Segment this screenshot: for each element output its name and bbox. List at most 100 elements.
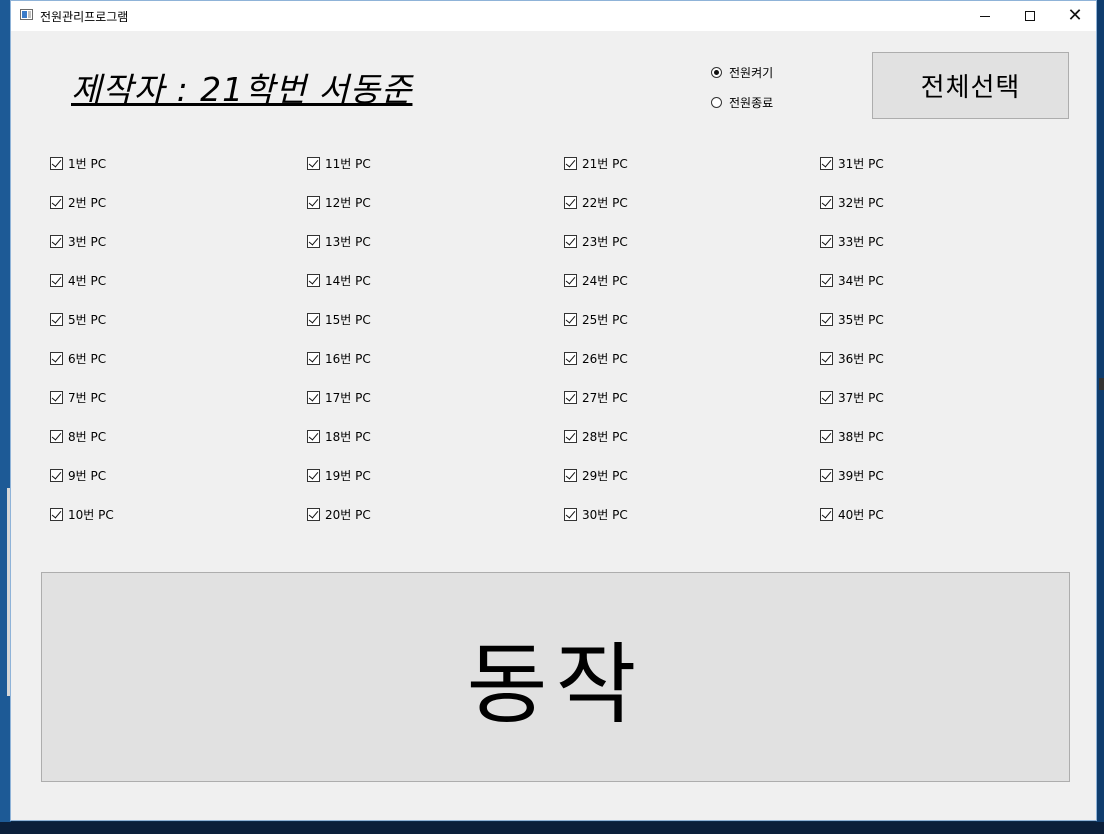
- pc-checkbox[interactable]: 20번 PC: [307, 506, 371, 523]
- pc-checkbox[interactable]: 39번 PC: [820, 467, 884, 484]
- pc-checkbox[interactable]: 2번 PC: [50, 194, 106, 211]
- pc-checkbox[interactable]: 26번 PC: [564, 350, 628, 367]
- checkbox-check-icon[interactable]: [820, 196, 833, 209]
- pc-checkbox[interactable]: 8번 PC: [50, 428, 106, 445]
- pc-checkbox-label: 19번 PC: [325, 469, 371, 483]
- pc-checkbox[interactable]: 24번 PC: [564, 272, 628, 289]
- close-button[interactable]: ✕: [1052, 1, 1098, 31]
- pc-checkbox[interactable]: 21번 PC: [564, 155, 628, 172]
- checkbox-check-icon[interactable]: [307, 391, 320, 404]
- checkbox-check-icon[interactable]: [50, 313, 63, 326]
- pc-checkbox[interactable]: 40번 PC: [820, 506, 884, 523]
- pc-checkbox[interactable]: 7번 PC: [50, 389, 106, 406]
- checkbox-check-icon[interactable]: [820, 313, 833, 326]
- checkbox-check-icon[interactable]: [50, 430, 63, 443]
- pc-checkbox[interactable]: 38번 PC: [820, 428, 884, 445]
- pc-checkbox[interactable]: 9번 PC: [50, 467, 106, 484]
- power-off-label: 전원종료: [729, 96, 774, 110]
- pc-checkbox[interactable]: 29번 PC: [564, 467, 628, 484]
- execute-button[interactable]: 동작: [41, 572, 1070, 782]
- checkbox-check-icon[interactable]: [307, 313, 320, 326]
- title-bar[interactable]: 전원관리프로그램 ✕: [11, 1, 1096, 31]
- pc-checkbox[interactable]: 5번 PC: [50, 311, 106, 328]
- checkbox-check-icon[interactable]: [50, 274, 63, 287]
- pc-checkbox-label: 32번 PC: [838, 196, 884, 210]
- pc-checkbox[interactable]: 23번 PC: [564, 233, 628, 250]
- checkbox-check-icon[interactable]: [307, 430, 320, 443]
- checkbox-check-icon[interactable]: [820, 235, 833, 248]
- checkbox-check-icon[interactable]: [307, 508, 320, 521]
- radio-selected-icon[interactable]: [711, 67, 722, 78]
- checkbox-check-icon[interactable]: [50, 235, 63, 248]
- checkbox-check-icon[interactable]: [820, 352, 833, 365]
- pc-checkbox[interactable]: 18번 PC: [307, 428, 371, 445]
- checkbox-check-icon[interactable]: [50, 508, 63, 521]
- checkbox-check-icon[interactable]: [50, 469, 63, 482]
- maximize-button[interactable]: [1007, 1, 1053, 31]
- checkbox-check-icon[interactable]: [50, 196, 63, 209]
- checkbox-check-icon[interactable]: [564, 508, 577, 521]
- pc-checkbox-label: 9번 PC: [68, 469, 107, 483]
- pc-checkbox[interactable]: 14번 PC: [307, 272, 371, 289]
- checkbox-check-icon[interactable]: [820, 508, 833, 521]
- pc-checkbox[interactable]: 35번 PC: [820, 311, 884, 328]
- pc-checkbox[interactable]: 1번 PC: [50, 155, 106, 172]
- pc-checkbox[interactable]: 10번 PC: [50, 506, 114, 523]
- select-all-button[interactable]: 전체선택: [872, 52, 1069, 119]
- pc-checkbox[interactable]: 6번 PC: [50, 350, 106, 367]
- pc-checkbox[interactable]: 15번 PC: [307, 311, 371, 328]
- checkbox-check-icon[interactable]: [307, 352, 320, 365]
- pc-checkbox-label: 37번 PC: [838, 391, 884, 405]
- checkbox-check-icon[interactable]: [50, 157, 63, 170]
- power-on-radio[interactable]: 전원켜기: [711, 64, 773, 81]
- checkbox-check-icon[interactable]: [307, 196, 320, 209]
- pc-checkbox[interactable]: 31번 PC: [820, 155, 884, 172]
- checkbox-check-icon[interactable]: [50, 391, 63, 404]
- checkbox-check-icon[interactable]: [307, 235, 320, 248]
- checkbox-check-icon[interactable]: [564, 157, 577, 170]
- desktop-edge-right: [1096, 0, 1104, 834]
- pc-checkbox[interactable]: 33번 PC: [820, 233, 884, 250]
- pc-checkbox[interactable]: 30번 PC: [564, 506, 628, 523]
- checkbox-check-icon[interactable]: [564, 235, 577, 248]
- pc-checkbox[interactable]: 22번 PC: [564, 194, 628, 211]
- checkbox-check-icon[interactable]: [307, 469, 320, 482]
- power-off-radio[interactable]: 전원종료: [711, 94, 773, 111]
- checkbox-check-icon[interactable]: [820, 391, 833, 404]
- pc-checkbox[interactable]: 37번 PC: [820, 389, 884, 406]
- checkbox-check-icon[interactable]: [564, 430, 577, 443]
- pc-checkbox-label: 40번 PC: [838, 508, 884, 522]
- pc-checkbox[interactable]: 32번 PC: [820, 194, 884, 211]
- checkbox-check-icon[interactable]: [564, 313, 577, 326]
- pc-checkbox[interactable]: 3번 PC: [50, 233, 106, 250]
- checkbox-check-icon[interactable]: [564, 469, 577, 482]
- checkbox-check-icon[interactable]: [564, 391, 577, 404]
- checkbox-check-icon[interactable]: [564, 196, 577, 209]
- pc-checkbox[interactable]: 13번 PC: [307, 233, 371, 250]
- pc-checkbox[interactable]: 34번 PC: [820, 272, 884, 289]
- pc-checkbox[interactable]: 17번 PC: [307, 389, 371, 406]
- pc-checkbox-label: 35번 PC: [838, 313, 884, 327]
- radio-unselected-icon[interactable]: [711, 97, 722, 108]
- checkbox-check-icon[interactable]: [564, 274, 577, 287]
- pc-checkbox[interactable]: 28번 PC: [564, 428, 628, 445]
- pc-checkbox[interactable]: 11번 PC: [307, 155, 371, 172]
- pc-checkbox[interactable]: 12번 PC: [307, 194, 371, 211]
- pc-checkbox-label: 13번 PC: [325, 235, 371, 249]
- checkbox-check-icon[interactable]: [820, 274, 833, 287]
- pc-checkbox[interactable]: 25번 PC: [564, 311, 628, 328]
- minimize-button[interactable]: [962, 1, 1008, 31]
- checkbox-check-icon[interactable]: [564, 352, 577, 365]
- checkbox-check-icon[interactable]: [820, 469, 833, 482]
- pc-checkbox[interactable]: 16번 PC: [307, 350, 371, 367]
- checkbox-check-icon[interactable]: [307, 274, 320, 287]
- checkbox-check-icon[interactable]: [50, 352, 63, 365]
- checkbox-check-icon[interactable]: [820, 430, 833, 443]
- pc-checkbox[interactable]: 19번 PC: [307, 467, 371, 484]
- pc-checkbox[interactable]: 4번 PC: [50, 272, 106, 289]
- checkbox-check-icon[interactable]: [820, 157, 833, 170]
- pc-checkbox[interactable]: 27번 PC: [564, 389, 628, 406]
- pc-checkbox[interactable]: 36번 PC: [820, 350, 884, 367]
- pc-checkbox-label: 28번 PC: [582, 430, 628, 444]
- checkbox-check-icon[interactable]: [307, 157, 320, 170]
